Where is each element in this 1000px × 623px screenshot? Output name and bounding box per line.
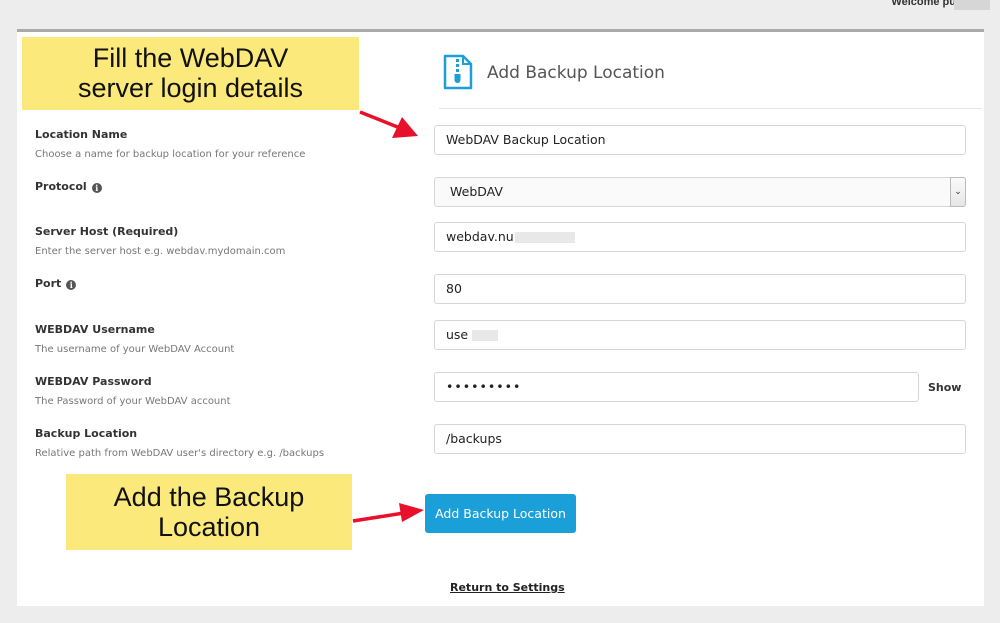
arrow-icon [359, 110, 418, 138]
annotation-arrows [352, 110, 424, 523]
arrow-icon [352, 503, 424, 523]
